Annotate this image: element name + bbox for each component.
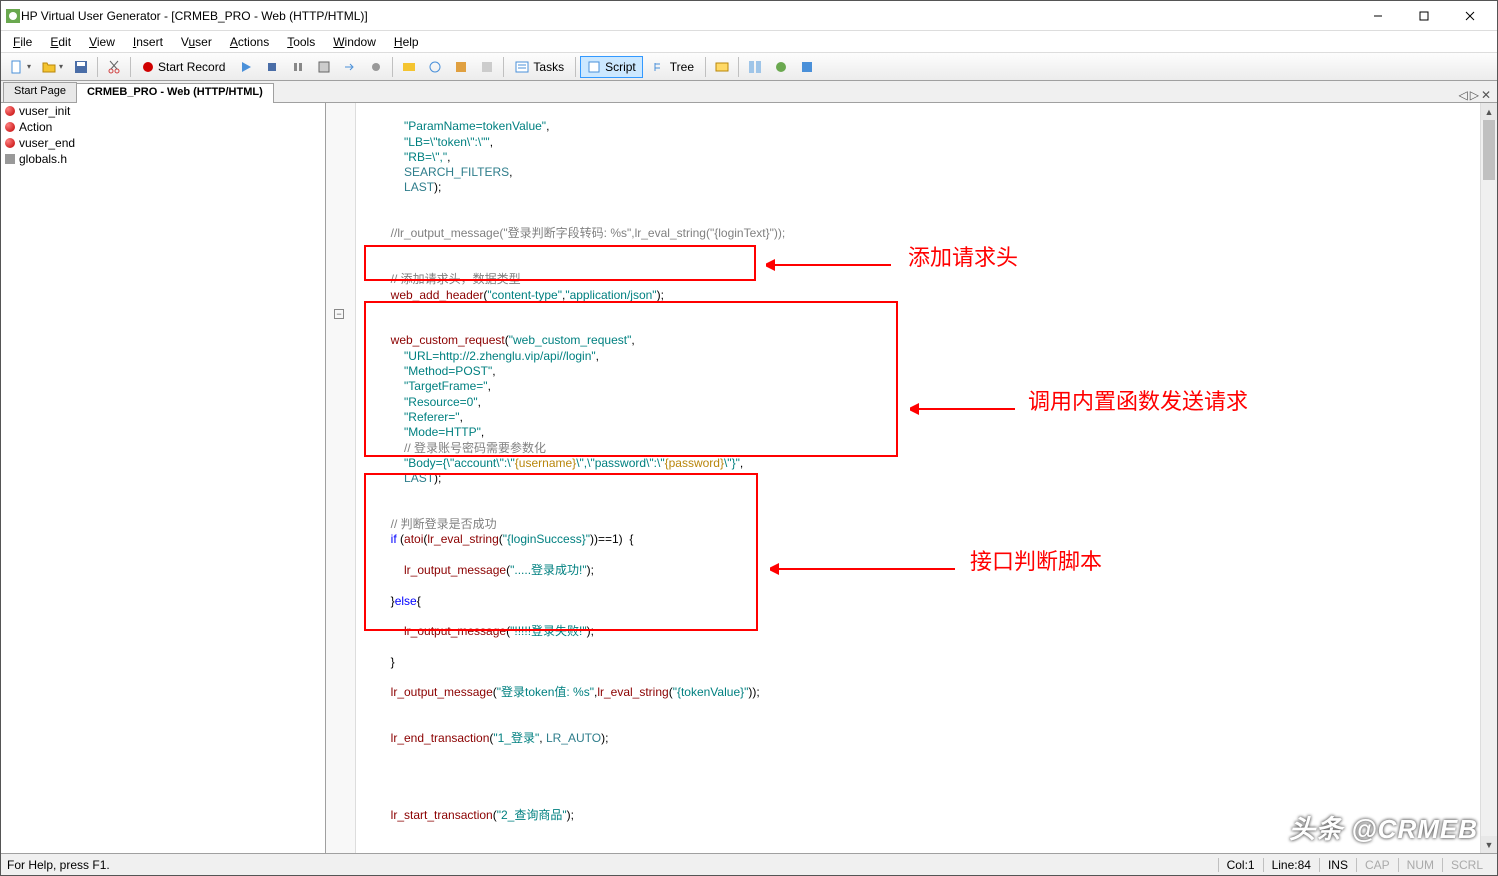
window-title: HP Virtual User Generator - [CRMEB_PRO -… (21, 9, 1355, 23)
cut-button[interactable] (102, 56, 126, 78)
annotation-label-3: 接口判断脚本 (970, 555, 1102, 569)
maximize-button[interactable] (1401, 2, 1447, 30)
menu-vuser[interactable]: Vuser (173, 33, 220, 51)
annotation-label-1: 添加请求头 (908, 251, 1018, 265)
tree-item-globals[interactable]: globals.h (1, 151, 325, 167)
tree-item-action[interactable]: Action (1, 119, 325, 135)
vertical-scrollbar[interactable]: ▲ ▼ (1480, 103, 1497, 853)
menu-tools[interactable]: Tools (279, 33, 323, 51)
action-icon (5, 122, 15, 132)
menu-actions[interactable]: Actions (222, 33, 277, 51)
menu-file[interactable]: File (5, 33, 40, 51)
open-button[interactable]: ▾ (37, 56, 67, 78)
pause-button[interactable] (286, 56, 310, 78)
menu-insert[interactable]: Insert (125, 33, 171, 51)
menu-view[interactable]: View (81, 33, 123, 51)
play-button[interactable] (234, 56, 258, 78)
status-help: For Help, press F1. (7, 858, 1218, 872)
status-cap: CAP (1356, 858, 1398, 872)
editor-gutter: − (326, 103, 356, 853)
tree-item-vuser-end[interactable]: vuser_end (1, 135, 325, 151)
code-editor[interactable]: − "ParamName=tokenValue", "LB=\"token\":… (326, 103, 1497, 853)
scroll-thumb[interactable] (1483, 120, 1495, 180)
tool3-button[interactable] (449, 56, 473, 78)
status-ins: INS (1319, 858, 1356, 872)
watermark: 头条 @CRMEB (1289, 809, 1478, 846)
code-content[interactable]: "ParamName=tokenValue", "LB=\"token\":\"… (356, 103, 1480, 853)
fold-marker[interactable]: − (334, 309, 344, 319)
view2-button[interactable] (743, 56, 767, 78)
view3-button[interactable] (769, 56, 793, 78)
compile-button[interactable] (312, 56, 336, 78)
arrow-1 (766, 255, 896, 275)
tab-start-page[interactable]: Start Page (3, 82, 77, 102)
tool2-button[interactable] (423, 56, 447, 78)
tab-active-script[interactable]: CRMEB_PRO - Web (HTTP/HTML) (76, 83, 274, 103)
status-num: NUM (1398, 858, 1442, 872)
status-bar: For Help, press F1. Col:1 Line:84 INS CA… (1, 853, 1497, 875)
status-scrl: SCRL (1442, 858, 1491, 872)
scroll-up-button[interactable]: ▲ (1481, 103, 1497, 120)
save-button[interactable] (69, 56, 93, 78)
minimize-button[interactable] (1355, 2, 1401, 30)
menu-edit[interactable]: Edit (42, 33, 79, 51)
tasks-button[interactable]: Tasks (508, 56, 571, 78)
title-bar: HP Virtual User Generator - [CRMEB_PRO -… (1, 1, 1497, 31)
tree-view-button[interactable]: Tree (645, 56, 701, 78)
breakpoint-button[interactable] (364, 56, 388, 78)
action-icon (5, 138, 15, 148)
view4-button[interactable] (795, 56, 819, 78)
app-icon (5, 8, 21, 24)
status-line: Line:84 (1263, 858, 1319, 872)
start-record-button[interactable]: Start Record (135, 56, 232, 78)
tool1-button[interactable] (397, 56, 421, 78)
tab-nav-prev[interactable]: ◁ (1458, 88, 1467, 102)
arrow-3 (770, 559, 960, 579)
tree-item-vuser-init[interactable]: vuser_init (1, 103, 325, 119)
action-icon (5, 106, 15, 116)
annotation-label-2: 调用内置函数发送请求 (1028, 395, 1248, 409)
menu-help[interactable]: Help (386, 33, 427, 51)
annotation-box-3 (364, 473, 758, 631)
arrow-2 (910, 399, 1020, 419)
file-icon (5, 154, 15, 164)
view1-button[interactable] (710, 56, 734, 78)
tab-close[interactable]: ✕ (1481, 88, 1491, 102)
tool4-button[interactable] (475, 56, 499, 78)
stop-button[interactable] (260, 56, 284, 78)
tab-nav-next[interactable]: ▷ (1470, 88, 1479, 102)
new-button[interactable]: ▾ (5, 56, 35, 78)
menu-window[interactable]: Window (325, 33, 384, 51)
document-tab-bar: Start Page CRMEB_PRO - Web (HTTP/HTML) ◁… (1, 81, 1497, 103)
toolbar: ▾ ▾ Start Record Tasks Script Tree (1, 53, 1497, 81)
step-button[interactable] (338, 56, 362, 78)
close-button[interactable] (1447, 2, 1493, 30)
script-view-button[interactable]: Script (580, 56, 643, 78)
scroll-down-button[interactable]: ▼ (1481, 836, 1497, 853)
menu-bar: File Edit View Insert Vuser Actions Tool… (1, 31, 1497, 53)
status-col: Col:1 (1218, 858, 1263, 872)
sidebar-action-tree: vuser_init Action vuser_end globals.h (1, 103, 326, 853)
